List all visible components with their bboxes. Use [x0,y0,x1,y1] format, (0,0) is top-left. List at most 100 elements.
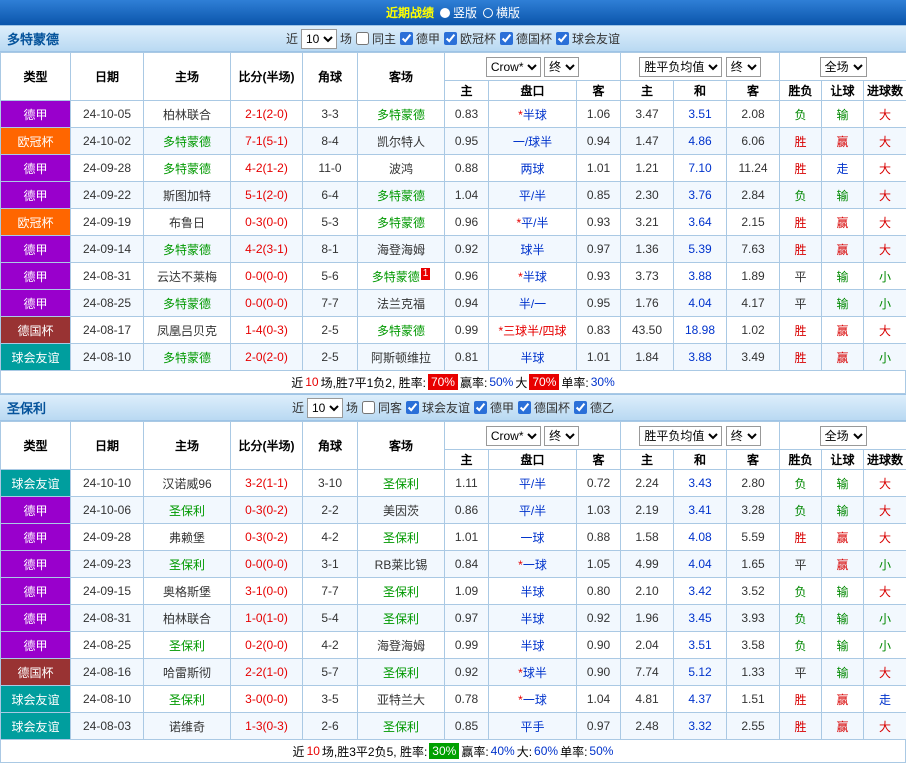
cell-odds-home: 0.96 [444,208,489,236]
cell-odds-home: 1.01 [444,523,489,551]
footer-stat-segment: 10 [305,375,319,389]
footer-stat-segment: 70% [529,374,560,390]
away-team-name: 多特蒙德 [376,215,425,230]
league-label: 德甲 [490,401,515,415]
cell-date: 24-09-15 [70,577,144,605]
odds-time-select[interactable]: 终 [544,56,580,77]
same-venue-option[interactable]: 同主 [355,30,396,47]
cell-odds-away: 0.83 [575,316,622,344]
cell-league: 德甲 [0,154,71,182]
cell-odds-home: 0.99 [444,316,489,344]
odds-company-select[interactable]: Crow* [485,425,541,446]
cell-away-team: 亚特兰大 [357,685,445,713]
cell-handicap-result: 输 [821,100,865,128]
cell-avg-away: 3.28 [726,496,781,524]
cell-odds-away: 1.01 [575,154,622,182]
avg-time-select[interactable]: 终 [725,425,761,446]
odds-company-select[interactable]: Crow* [485,56,541,77]
league-checkbox[interactable] [444,32,457,45]
cell-avg-away: 1.89 [726,262,781,290]
same-venue-label: 同客 [377,401,402,415]
league-filter-option[interactable]: 德国杯 [517,399,570,416]
cell-home-team: 诺维奇 [143,712,231,740]
league-checkbox[interactable] [474,401,487,414]
cell-goals: 大 [863,181,906,209]
cell-date: 24-09-14 [70,235,144,263]
league-filter-option[interactable]: 球会友谊 [555,30,620,47]
league-checkbox[interactable] [556,32,570,45]
same-venue-checkbox[interactable] [361,401,375,414]
cell-handicap-result: 赢 [821,208,865,236]
cell-avg-home: 2.48 [620,712,675,740]
cell-league: 欧冠杯 [0,127,71,155]
footer-stat-segment: 场,胜7平1负2, 胜率: [320,375,426,390]
avg-odds-select[interactable]: 胜平负均值 [639,56,723,77]
avg-time-select[interactable]: 终 [725,56,761,77]
cell-date: 24-10-05 [70,100,144,128]
cell-odds-home: 1.04 [444,181,489,209]
cell-avg-away: 1.65 [726,550,781,578]
scope-select[interactable]: 全场 [819,425,867,446]
league-filter-option[interactable]: 欧冠杯 [443,30,496,47]
cell-avg-draw: 3.64 [673,208,728,236]
avg-odds-group: 胜平负均值 终 [620,52,781,81]
cell-away-team: 多特蒙德 1 [357,262,445,290]
cell-odds-away: 0.90 [575,631,622,659]
league-checkbox[interactable] [399,32,413,45]
away-team-name: 圣保利 [382,665,419,680]
cell-avg-draw: 5.39 [673,235,728,263]
cell-goals: 小 [863,604,906,632]
col-odds-home: 主 [444,80,489,101]
odds-time-select[interactable]: 终 [544,425,580,446]
league-filter-option[interactable]: 球会友谊 [405,399,470,416]
away-team-name: 多特蒙德 [371,269,420,284]
scope-group: 全场 [779,421,906,450]
cell-corners: 7-7 [302,289,358,317]
cell-handicap: 一/球半 [488,127,577,155]
cell-result: 平 [779,658,823,686]
match-row: 球会友谊 24-10-10 汉诺威96 3-2(1-1) 3-10 圣保利 1.11 平/半 0… [0,469,906,497]
match-row: 德甲 24-09-23 圣保利 0-0(0-0) 3-1 RB莱比锡 0.84 *一球 1.05… [0,550,906,578]
cell-odds-home: 0.85 [444,712,489,740]
col-goals: 进球数 [863,449,906,470]
avg-odds-select[interactable]: 胜平负均值 [639,425,723,446]
league-checkbox[interactable] [500,32,514,45]
cell-result: 负 [779,631,823,659]
cell-avg-away: 1.33 [726,658,781,686]
cell-odds-away: 0.97 [575,712,622,740]
cell-score: 0-0(0-0) [230,262,303,290]
scope-select[interactable]: 全场 [819,56,867,77]
match-count-select[interactable]: 10 [306,397,343,418]
cell-goals: 大 [863,208,906,236]
same-venue-checkbox[interactable] [355,32,369,45]
topbar: 近期战绩 竖版 横版 [0,0,906,25]
cell-avg-away: 2.80 [726,469,781,497]
cell-score: 0-2(0-0) [230,631,303,659]
cell-home-team: 圣保利 [143,550,231,578]
layout-option-vertical[interactable]: 竖版 [439,4,477,21]
games-label: 场 [345,401,358,415]
cell-score: 3-2(1-1) [230,469,303,497]
league-filter-option[interactable]: 德甲 [399,30,440,47]
league-checkbox[interactable] [518,401,532,414]
cell-avg-away: 2.15 [726,208,781,236]
footer-stat-segment: 10 [306,744,320,758]
same-venue-option[interactable]: 同客 [361,399,402,416]
league-checkbox[interactable] [574,401,588,414]
cell-corners: 2-2 [302,496,358,524]
away-team-name: 阿斯顿维拉 [370,350,431,365]
league-filter-option[interactable]: 德国杯 [499,30,552,47]
team-name: 圣保利 [7,401,47,416]
match-row: 德甲 24-08-25 多特蒙德 0-0(0-0) 7-7 法兰克福 0.94 半/一 0.95… [0,289,906,317]
match-count-select[interactable]: 10 [300,28,337,49]
league-checkbox[interactable] [405,401,419,414]
cell-goals: 大 [863,316,906,344]
cell-handicap: 平/半 [488,469,577,497]
layout-option-horizontal[interactable]: 横版 [483,4,520,21]
cell-handicap: 半球 [488,343,577,371]
cell-date: 24-08-25 [70,289,144,317]
league-filter-option[interactable]: 德乙 [573,399,614,416]
cell-handicap: *半球 [488,262,577,290]
league-filter-option[interactable]: 德甲 [473,399,514,416]
layout-horizontal-label: 横版 [496,6,521,20]
